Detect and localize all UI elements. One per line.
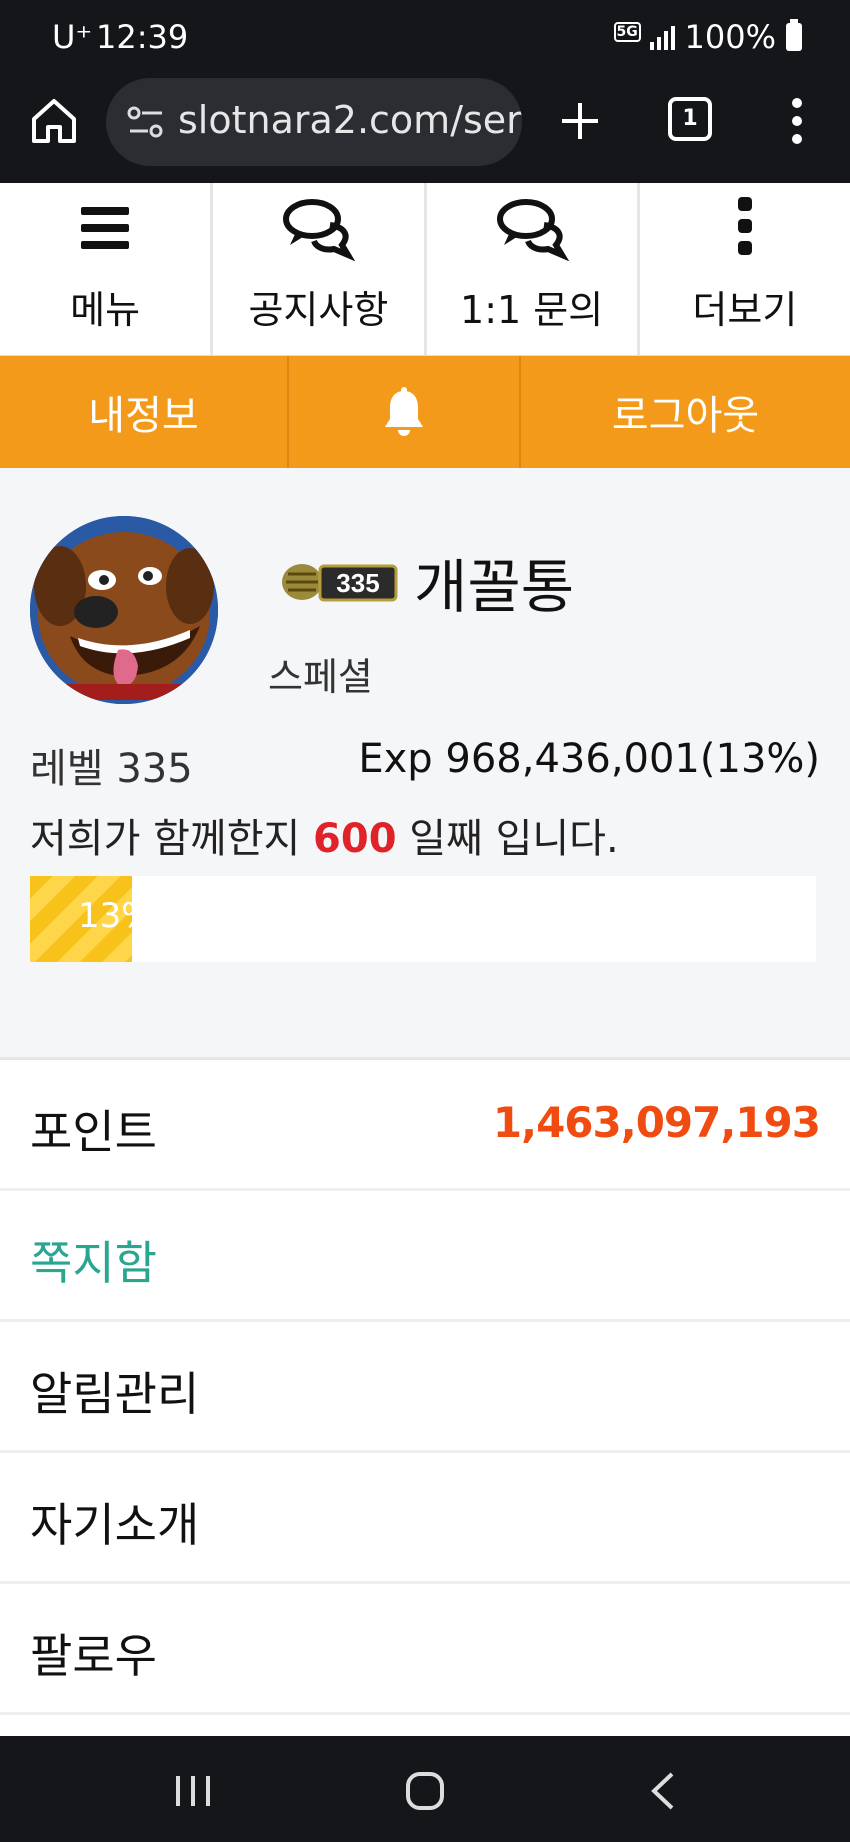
- svg-text:335: 335: [336, 568, 379, 598]
- nav-more-label: 더보기: [692, 288, 798, 332]
- membership-days: 저희가 함께한지 600 일째 입니다.: [30, 806, 619, 864]
- android-nav-bar: [0, 1736, 850, 1842]
- my-info-button[interactable]: 내정보: [0, 356, 289, 468]
- points-value: 1,463,097,193: [492, 1098, 821, 1147]
- exp-progress-label: 13%: [78, 896, 154, 936]
- exp-progress-bar: 13%: [30, 876, 816, 962]
- account-menu-list: 포인트 1,463,097,193 쪽지함 알림관리 자기소개 팔로우: [0, 1060, 850, 1715]
- nav-menu[interactable]: 메뉴: [0, 183, 214, 355]
- back-icon[interactable]: [638, 1766, 688, 1816]
- level-badge: 335: [282, 564, 398, 602]
- dog-avatar-image: [30, 516, 218, 704]
- nav-inquiry[interactable]: 1:1 문의: [427, 183, 640, 355]
- browser-toolbar: slotnara2.com/ser 1: [0, 75, 850, 183]
- new-tab-icon[interactable]: [556, 97, 604, 145]
- chat-bubbles-icon: [496, 199, 569, 261]
- hamburger-icon: [81, 207, 130, 249]
- points-label: 포인트: [30, 1105, 157, 1159]
- account-action-bar: 내정보 로그아웃: [0, 356, 850, 468]
- status-bar: U⁺ 12:39 5G 100%: [0, 0, 850, 75]
- url-text: slotnara2.com/ser: [178, 98, 522, 142]
- self-intro-row[interactable]: 자기소개: [0, 1453, 850, 1584]
- alert-settings-label: 알림관리: [30, 1367, 200, 1421]
- nav-menu-label: 메뉴: [70, 288, 141, 332]
- nav-more[interactable]: 더보기: [640, 183, 850, 355]
- nav-notice-label: 공지사항: [248, 288, 389, 332]
- battery-percent: 100%: [684, 18, 776, 56]
- profile-card: 335 개꼴통 스페셜 레벨 335 Exp 968,436,001(13%) …: [0, 468, 850, 1060]
- follow-row[interactable]: 팔로우: [0, 1584, 850, 1715]
- level-text: 레벨 335: [30, 746, 193, 792]
- clock: 12:39: [96, 18, 189, 56]
- status-icons: 5G 100%: [613, 18, 802, 56]
- recent-apps-icon[interactable]: [168, 1766, 218, 1816]
- carrier-label: U⁺: [52, 18, 93, 56]
- home-icon[interactable]: [28, 95, 80, 147]
- notifications-button[interactable]: [289, 356, 521, 468]
- tab-switcher-button[interactable]: 1: [668, 97, 712, 141]
- chat-bubbles-icon: [283, 199, 356, 261]
- messages-label: 쪽지함: [30, 1236, 157, 1290]
- battery-icon: [786, 19, 802, 51]
- alert-settings-row[interactable]: 알림관리: [0, 1322, 850, 1453]
- points-row[interactable]: 포인트 1,463,097,193: [0, 1060, 850, 1191]
- follow-label: 팔로우: [30, 1629, 157, 1683]
- home-nav-icon[interactable]: [400, 1766, 450, 1816]
- address-bar[interactable]: slotnara2.com/ser: [106, 78, 522, 166]
- member-grade: 스페셜: [268, 655, 373, 699]
- bell-icon: [385, 387, 423, 436]
- avatar: [30, 516, 218, 704]
- network-5g-icon: 5G: [613, 22, 641, 52]
- vertical-dots-icon: [737, 197, 752, 255]
- nav-notice[interactable]: 공지사항: [213, 183, 427, 355]
- logout-button[interactable]: 로그아웃: [521, 356, 850, 468]
- messages-row[interactable]: 쪽지함: [0, 1191, 850, 1322]
- site-top-nav: 메뉴 공지사항 1:1 문의 더보기: [0, 183, 850, 356]
- days-prefix: 저희가 함께한지: [30, 816, 301, 862]
- signal-icon: [649, 24, 675, 50]
- browser-menu-icon[interactable]: [786, 97, 808, 145]
- days-count: 600: [313, 816, 397, 862]
- nav-inquiry-label: 1:1 문의: [460, 288, 604, 332]
- nickname: 개꼴통: [414, 553, 575, 621]
- exp-text: Exp 968,436,001(13%): [358, 736, 820, 782]
- days-suffix: 일째 입니다.: [409, 816, 619, 862]
- self-intro-label: 자기소개: [30, 1498, 200, 1552]
- site-settings-icon[interactable]: [126, 104, 166, 140]
